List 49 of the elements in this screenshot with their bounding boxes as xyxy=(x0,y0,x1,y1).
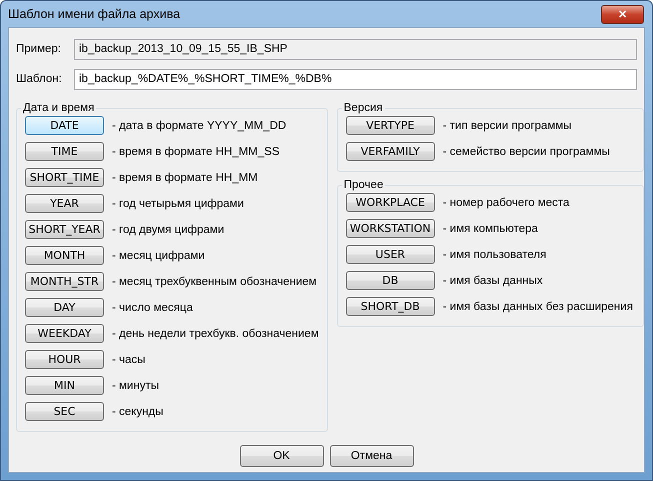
window-title: Шаблон имени файла архива xyxy=(8,7,180,21)
token-button[interactable]: USER xyxy=(346,245,435,264)
token-button[interactable]: YEAR xyxy=(25,194,104,213)
token-description: - дата в формате YYYY_MM_DD xyxy=(112,120,286,132)
token-button[interactable]: DATE xyxy=(25,116,104,135)
token-description: - месяц цифрами xyxy=(112,250,205,262)
example-field[interactable]: ib_backup_2013_10_09_15_55_IB_SHP xyxy=(74,38,637,60)
dialog-button[interactable]: OK xyxy=(240,445,324,467)
token-description: - число месяца xyxy=(112,302,193,314)
token-description: - номер рабочего места xyxy=(442,196,570,208)
token-description: - время в формате HH_MM_SS xyxy=(112,146,280,158)
token-button[interactable]: SHORT_YEAR xyxy=(25,220,104,239)
token-description: - имя компьютера xyxy=(442,222,538,234)
dialog-button[interactable]: Отмена xyxy=(330,445,414,467)
group-title: Прочее xyxy=(342,179,384,191)
token-button[interactable]: WORKSTATION xyxy=(346,219,435,238)
token-button[interactable]: TIME xyxy=(25,142,104,161)
token-button[interactable]: DAY xyxy=(25,298,104,317)
token-description: - минуты xyxy=(112,380,159,392)
token-description: - год двумя цифрами xyxy=(112,224,224,236)
token-description: - тип версии программы xyxy=(442,120,572,132)
token-description: - семейство версии программы xyxy=(442,146,610,158)
group-title: Дата и время xyxy=(22,102,96,114)
token-button[interactable]: VERFAMILY xyxy=(346,142,435,161)
token-description: - день недели трехбукв. обозначением xyxy=(112,328,319,340)
token-button[interactable]: WORKPLACE xyxy=(346,193,435,212)
group-title: Версия xyxy=(342,102,384,114)
token-button[interactable]: VERTYPE xyxy=(346,116,435,135)
field-label: Шаблон: xyxy=(16,73,63,85)
token-description: - имя базы данных без расширения xyxy=(442,300,633,312)
token-button[interactable]: SEC xyxy=(25,402,104,421)
template-field[interactable]: ib_backup_%DATE%_%SHORT_TIME%_%DB% xyxy=(74,68,637,90)
token-button[interactable]: SHORT_TIME xyxy=(25,168,104,187)
token-description: - время в формате HH_MM xyxy=(112,172,258,184)
field-label: Пример: xyxy=(16,43,62,55)
token-description: - месяц трехбуквенным обозначением xyxy=(112,276,317,288)
token-button[interactable]: MIN xyxy=(25,376,104,395)
token-button[interactable]: MONTH xyxy=(25,246,104,265)
token-description: - секунды xyxy=(112,406,164,418)
token-description: - год четырьмя цифрами xyxy=(112,198,244,210)
token-description: - имя базы данных xyxy=(442,274,543,286)
token-description: - часы xyxy=(112,354,146,366)
token-description: - имя пользователя xyxy=(442,248,546,260)
close-button[interactable]: ✕ xyxy=(601,4,644,24)
token-button[interactable]: MONTH_STR xyxy=(25,272,104,291)
token-button[interactable]: SHORT_DB xyxy=(346,297,435,316)
token-button[interactable]: WEEKDAY xyxy=(25,324,104,343)
token-button[interactable]: HOUR xyxy=(25,350,104,369)
token-button[interactable]: DB xyxy=(346,271,435,290)
